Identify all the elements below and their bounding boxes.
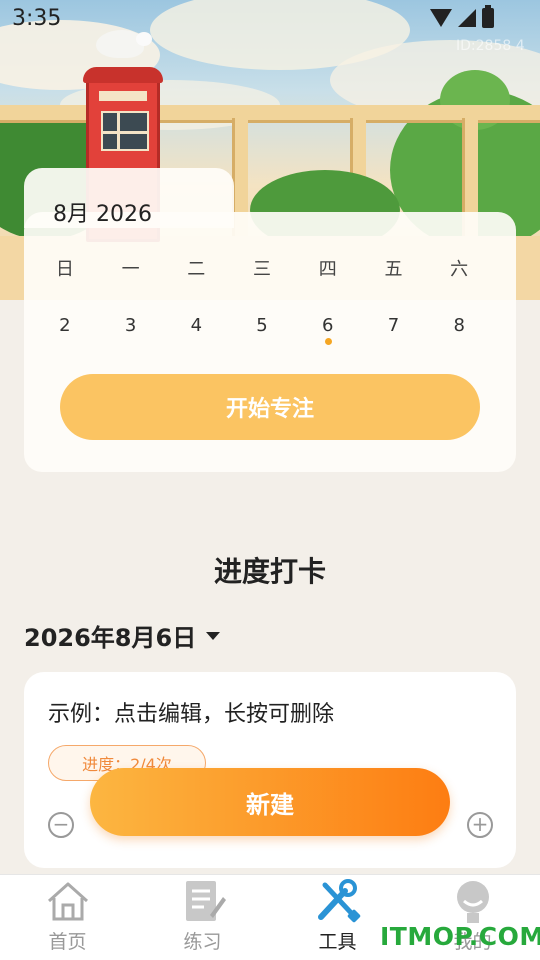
calendar-day[interactable]: 7 (361, 315, 427, 336)
calendar-day[interactable]: 3 (98, 315, 164, 336)
nav-label-home: 首页 (48, 931, 87, 953)
task-title[interactable]: 示例：点击编辑，长按可删除 (48, 696, 334, 728)
increment-button[interactable]: + (467, 812, 493, 838)
nav-item-home[interactable]: 首页 (0, 875, 135, 960)
calendar-day[interactable]: 4 (163, 315, 229, 336)
decrement-button[interactable]: − (48, 812, 74, 838)
day-row: 2 3 4 5 6 7 8 (32, 315, 492, 336)
nav-item-practice[interactable]: 练习 (135, 875, 270, 960)
calendar-day[interactable]: 2 (32, 315, 98, 336)
today-indicator-dot (325, 338, 332, 345)
calendar-day-today[interactable]: 6 (295, 315, 361, 336)
weekday-label: 三 (253, 259, 272, 280)
nav-label-practice: 练习 (183, 931, 222, 953)
watermark-text: ITMOP.COM (380, 922, 540, 951)
seagull-icon (96, 30, 152, 58)
new-button[interactable]: 新建 (90, 768, 450, 836)
status-icons (430, 5, 494, 28)
home-icon (47, 882, 89, 921)
caret-down-icon (206, 631, 221, 640)
start-focus-button[interactable]: 开始专注 (60, 374, 480, 440)
weekday-label: 四 (318, 259, 337, 280)
user-id-text: ID:2858 4 (456, 38, 525, 54)
date-text: 2026年8月6日 (24, 624, 197, 652)
status-time: 3:35 (12, 6, 62, 31)
tools-icon (318, 879, 361, 923)
calendar-day[interactable]: 8 (426, 315, 492, 336)
weekday-label: 日 (55, 259, 74, 280)
battery-icon (482, 5, 494, 28)
calendar-month-label[interactable]: 8月 2026 (53, 196, 152, 228)
date-selector[interactable]: 2026年8月6日 (24, 618, 221, 653)
signal-icon (458, 9, 476, 27)
document-icon (186, 881, 226, 921)
weekday-label: 一 (121, 259, 140, 280)
weekday-label: 二 (187, 259, 206, 280)
section-title: 进度打卡 (213, 555, 326, 588)
weekday-label: 六 (450, 259, 469, 280)
weekday-row: 日 一 二 三 四 五 六 (32, 255, 492, 281)
profile-icon (457, 881, 489, 923)
weekday-label: 五 (384, 259, 403, 280)
calendar-day[interactable]: 5 (229, 315, 295, 336)
wifi-icon (430, 9, 452, 27)
